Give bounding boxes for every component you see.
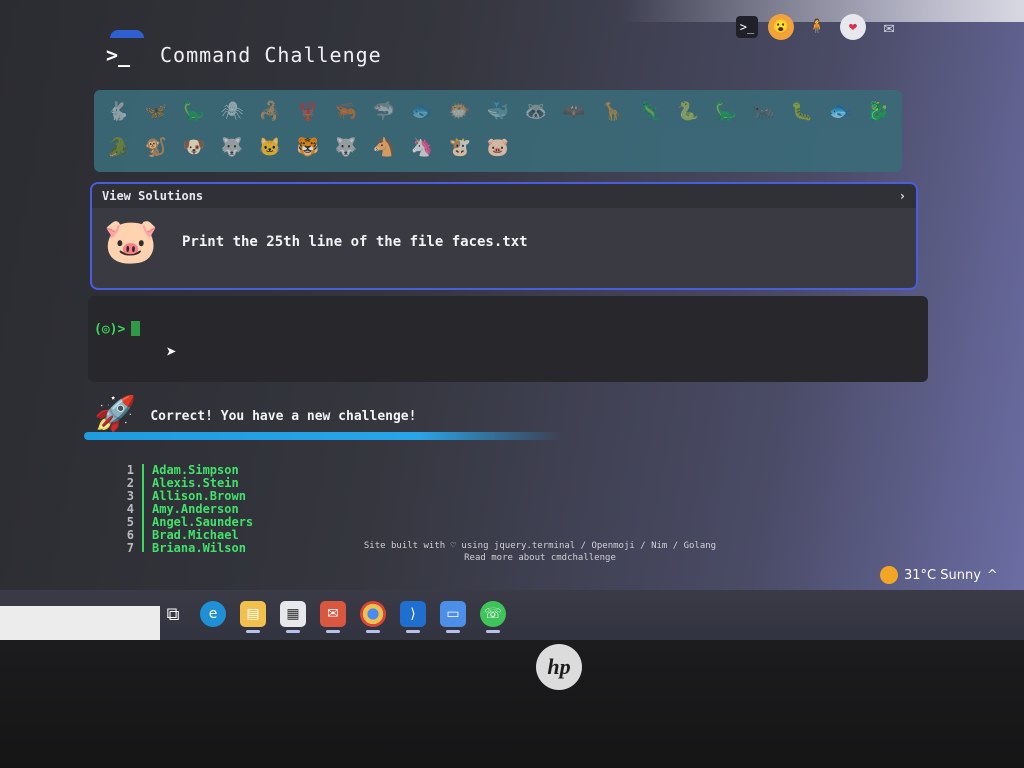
challenge-emoji-item[interactable]: 🦕 (178, 96, 210, 126)
challenge-emoji-item[interactable]: 🦂 (254, 96, 286, 126)
challenge-body: 🐷 Print the 25th line of the file faces.… (92, 208, 916, 276)
challenge-emoji-item[interactable]: 🐛 (786, 96, 818, 126)
footer: Site built with ♡ using jquery.terminal … (360, 540, 720, 564)
challenge-emoji-item[interactable]: 🐱 (254, 132, 286, 162)
taskbar-app-chrome[interactable] (360, 601, 386, 633)
line-separator (142, 464, 144, 477)
challenge-emoji-item[interactable]: 🦝 (520, 96, 552, 126)
line-separator (142, 503, 144, 516)
challenge-emoji-item[interactable]: 🐴 (368, 132, 400, 162)
output-line: 7 Briana.Wilson (122, 542, 253, 552)
mail-icon: ✉ (320, 601, 346, 627)
task-view-icon: ⧉ (166, 603, 180, 625)
challenge-emoji-item[interactable]: 🦕 (710, 96, 742, 126)
rocket-icon: 🚀 (94, 394, 137, 434)
challenge-emoji-item[interactable]: 🐍 (672, 96, 704, 126)
weather-widget[interactable]: 31°C Sunny ^ (880, 566, 998, 584)
header-icons: >_ 😮 🧍 ❤ ✉ (736, 14, 902, 40)
terminal-input[interactable]: (◎)> (88, 296, 928, 382)
output-text: Briana.Wilson (152, 541, 246, 553)
challenge-emoji-item[interactable]: 🐺 (216, 132, 248, 162)
taskbar-app-whatsapp[interactable]: ☏ (480, 601, 506, 633)
taskbar-app-edge[interactable]: e (200, 601, 226, 627)
photo: >_ 😮 🧍 ❤ ✉ >_ Command Challenge 🐇 🦋 🦕 🕷 🦂 🦞 🦐 🦈… (0, 0, 1024, 768)
challenge-emoji-item[interactable]: 🐶 (178, 132, 210, 162)
challenge-emoji-item[interactable]: 🐮 (444, 132, 476, 162)
challenge-emoji-item[interactable]: 🐜 (748, 96, 780, 126)
taskbar-app-vscode[interactable]: ⟩ (400, 601, 426, 633)
challenge-text: Print the 25th line of the file faces.tx… (182, 234, 528, 250)
figure-icon[interactable]: 🧍 (804, 14, 830, 40)
tray-chevron-icon[interactable]: ^ (987, 568, 998, 583)
challenge-emoji-item[interactable]: 🦄 (406, 132, 438, 162)
mail-icon[interactable]: ✉ (876, 14, 902, 40)
challenge-emoji-item[interactable]: 🦐 (330, 96, 362, 126)
sun-icon (880, 566, 898, 584)
notepad-icon: ▭ (440, 601, 466, 627)
whatsapp-icon: ☏ (480, 601, 506, 627)
success-message: 🚀 Correct! You have a new challenge! (94, 394, 416, 434)
laptop-screen: >_ 😮 🧍 ❤ ✉ >_ Command Challenge 🐇 🦋 🦕 🕷 🦂 🦞 🦐 🦈… (0, 0, 1024, 646)
challenge-emoji-item[interactable]: 🐡 (444, 96, 476, 126)
view-solutions-header[interactable]: View Solutions › (92, 184, 916, 208)
hp-logo: hp (536, 644, 582, 690)
challenge-emoji-item[interactable]: 🕷 (216, 96, 248, 126)
page-title: Command Challenge (160, 43, 382, 67)
chrome-icon (360, 601, 386, 627)
vscode-icon: ⟩ (400, 601, 426, 627)
challenge-emoji-item[interactable]: 🐇 (102, 96, 134, 126)
chevron-right-icon[interactable]: › (899, 189, 906, 203)
terminal-cursor (131, 321, 141, 336)
challenge-emoji-item[interactable]: 🐯 (292, 132, 324, 162)
challenge-emoji-item[interactable]: 🐟 (824, 96, 856, 126)
challenge-emoji-item[interactable]: 🦞 (292, 96, 324, 126)
challenge-emoji-item[interactable]: 🐺 (330, 132, 362, 162)
terminal-prompt: (◎)> (94, 322, 126, 337)
line-separator (142, 516, 144, 529)
taskbar-app-file-explorer[interactable]: ▤ (240, 601, 266, 633)
challenge-emoji-item[interactable]: 🐷 (482, 132, 514, 162)
pig-icon: 🐷 (103, 216, 159, 267)
line-number: 7 (126, 541, 134, 553)
view-solutions-label: View Solutions (102, 189, 204, 203)
line-separator (142, 490, 144, 503)
file-explorer-icon: ▤ (240, 601, 266, 627)
taskbar-apps: ⧉ e ▤ ▦ ✉ ⟩ ▭ ☏ (160, 592, 506, 636)
laptop-bezel (0, 640, 1024, 768)
line-separator (142, 542, 144, 552)
command-output: 1 Adam.Simpson 2 Alexis.Stein 3 Allison.Brown… (122, 464, 253, 552)
line-separator (142, 477, 144, 490)
success-text: Correct! You have a new challenge! (150, 408, 417, 424)
footer-credits: Site built with ♡ using jquery.terminal … (363, 541, 717, 551)
terminal-logo-icon[interactable]: >_ (106, 30, 144, 70)
challenge-emoji-item[interactable]: 🦎 (634, 96, 666, 126)
challenge-emoji-item[interactable]: 🦇 (558, 96, 590, 126)
terminal-icon[interactable]: >_ (736, 16, 758, 38)
taskbar-app-notepad[interactable]: ▭ (440, 601, 466, 633)
challenge-emoji-bar: 🐇 🦋 🦕 🕷 🦂 🦞 🦐 🦈 🐟 🐡 🐳 🦝 🦇 🦒 🦎 🐍 🦕 🐜 🐛 🐟 🐉 🐊 🐒 🐶 🐺 🐱 🐯 🐺 🐴 🦄 🐮 🐷 (94, 90, 902, 172)
solutions-panel: View Solutions › 🐷 Print the 25th line o… (90, 182, 918, 290)
taskbar-app-store[interactable]: ▦ (280, 601, 306, 633)
store-icon: ▦ (280, 601, 306, 627)
challenge-emoji-item[interactable]: 🐳 (482, 96, 514, 126)
edge-icon: e (200, 601, 226, 627)
challenge-emoji-item[interactable]: 🦋 (140, 96, 172, 126)
brand: >_ Command Challenge (106, 30, 382, 70)
line-separator (142, 529, 144, 542)
read-more-link[interactable]: Read more about cmdchallenge (360, 552, 720, 564)
challenge-emoji-item[interactable]: 🐟 (406, 96, 438, 126)
taskbar-app-task-view[interactable]: ⧉ (160, 601, 186, 627)
mouse-pointer-icon: ➤ (166, 342, 177, 363)
challenge-emoji-item[interactable]: 🦒 (596, 96, 628, 126)
challenge-emoji-item[interactable]: 🐉 (862, 96, 894, 126)
progress-bar (84, 432, 563, 440)
face-emoji-icon[interactable]: 😮 (768, 14, 794, 40)
weather-text: 31°C Sunny (904, 567, 981, 583)
challenge-emoji-item[interactable]: 🦈 (368, 96, 400, 126)
challenge-emoji-item[interactable]: 🐊 (102, 132, 134, 162)
heart-icon[interactable]: ❤ (840, 14, 866, 40)
taskbar-app-mail[interactable]: ✉ (320, 601, 346, 633)
challenge-emoji-item[interactable]: 🐒 (140, 132, 172, 162)
